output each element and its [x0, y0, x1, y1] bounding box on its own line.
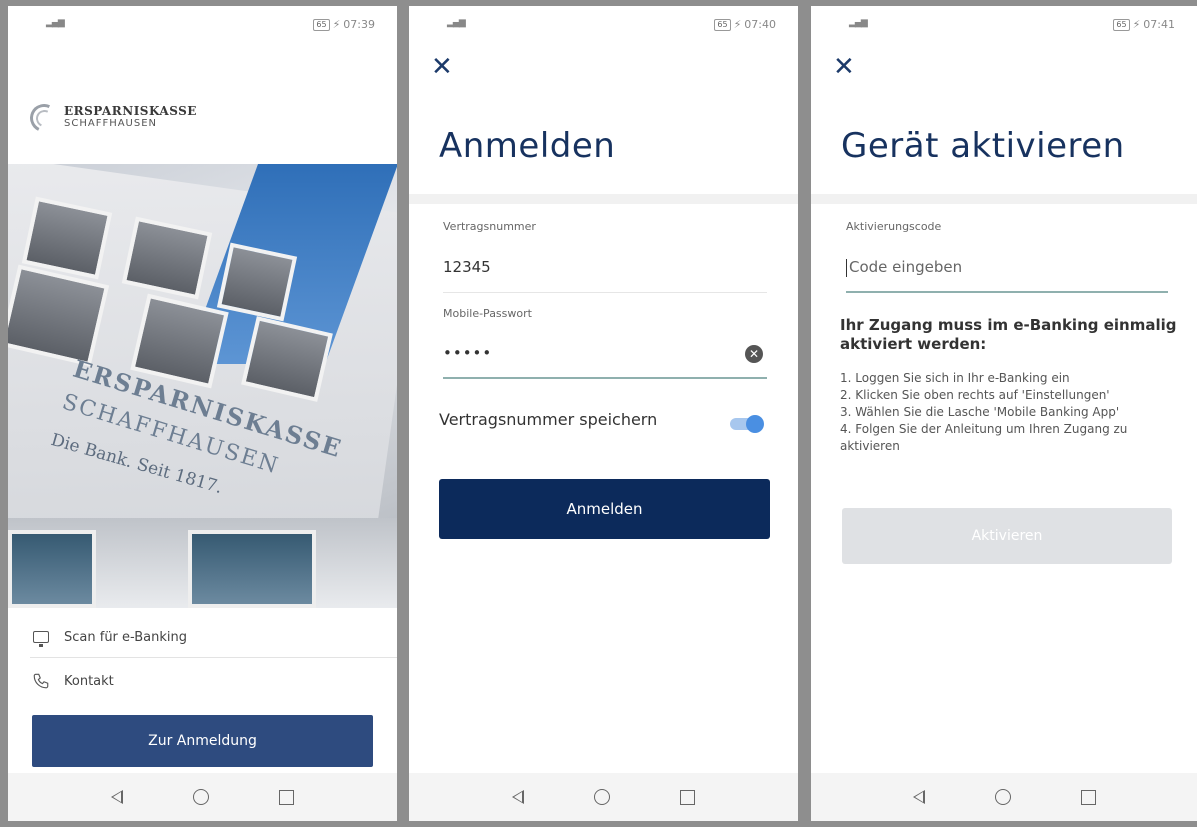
- contract-number-field[interactable]: 12345: [443, 258, 491, 276]
- clear-icon[interactable]: ✕: [745, 345, 763, 363]
- field-underline: [443, 292, 767, 293]
- divider: [811, 194, 1197, 204]
- menu-item-label: Scan für e-Banking: [64, 629, 188, 645]
- recent-apps-icon[interactable]: [1080, 789, 1096, 805]
- android-nav-bar: [409, 773, 798, 821]
- battery-icon: 65: [1113, 18, 1130, 31]
- home-icon[interactable]: [594, 789, 610, 805]
- list-item: 1. Loggen Sie sich in Ihr e-Banking ein: [840, 371, 1070, 385]
- bank-building-photo: ERSPARNISKASSE SCHAFFHAUSEN Die Bank. Se…: [8, 164, 397, 608]
- signal-icon: ▂▄▆: [447, 18, 466, 28]
- battery-icon: 65: [313, 18, 330, 31]
- contract-label: Vertragsnummer: [443, 220, 536, 233]
- activation-steps: 1. Loggen Sie sich in Ihr e-Banking ein …: [840, 370, 1190, 455]
- status-bar: ▂▄▆ 65 ⚡ 07:41: [811, 6, 1197, 36]
- home-icon[interactable]: [994, 789, 1011, 805]
- field-underline: [443, 377, 767, 379]
- password-label: Mobile-Passwort: [443, 307, 532, 320]
- monitor-icon: [32, 628, 50, 647]
- charging-icon: ⚡: [733, 18, 742, 31]
- save-contract-toggle[interactable]: [730, 415, 764, 433]
- divider: [409, 194, 798, 204]
- charging-icon: ⚡: [1132, 18, 1141, 31]
- info-title: Ihr Zugang muss im e-Banking einmalig ak…: [840, 316, 1177, 353]
- close-icon[interactable]: ✕: [833, 54, 855, 80]
- password-field[interactable]: •••••: [443, 344, 492, 362]
- brand-city: SCHAFFHAUSEN: [64, 118, 158, 129]
- activation-code-field[interactable]: Code eingeben: [846, 258, 962, 277]
- welcome-screen: ▂▄▆ 65 ⚡ 07:39 ERSPARNISKASSE SCHAFFHAUS…: [8, 6, 397, 821]
- status-bar: ▂▄▆ 65 ⚡ 07:40: [409, 6, 798, 36]
- login-screen: ▂▄▆ 65 ⚡ 07:40 ✕ Anmelden Vertragsnummer…: [409, 6, 798, 821]
- activation-code-label: Aktivierungscode: [846, 220, 942, 233]
- home-icon[interactable]: [193, 789, 209, 805]
- login-submit-button[interactable]: Anmelden: [439, 479, 770, 539]
- list-item: 3. Wählen Sie die Lasche 'Mobile Banking…: [840, 405, 1120, 419]
- activate-button[interactable]: Aktivieren: [842, 508, 1172, 564]
- signal-icon: ▂▄▆: [46, 18, 65, 28]
- recent-apps-icon[interactable]: [279, 789, 294, 805]
- back-icon[interactable]: [912, 790, 925, 804]
- brand-name: ERSPARNISKASSE: [64, 104, 197, 118]
- charging-icon: ⚡: [332, 18, 341, 31]
- status-time: 07:40: [744, 18, 776, 31]
- phone-icon: [32, 672, 50, 690]
- logo-mark-icon: [30, 104, 56, 130]
- recent-apps-icon[interactable]: [680, 789, 695, 805]
- list-item: 4. Folgen Sie der Anleitung um Ihren Zug…: [840, 422, 1128, 453]
- android-nav-bar: [811, 773, 1197, 821]
- save-contract-label: Vertragsnummer speichern: [439, 410, 658, 429]
- menu-item-contact[interactable]: Kontakt: [8, 658, 397, 704]
- menu-item-scan[interactable]: Scan für e-Banking: [8, 614, 397, 660]
- brand-logo: ERSPARNISKASSE SCHAFFHAUSEN: [30, 104, 197, 130]
- back-icon[interactable]: [512, 790, 524, 804]
- page-title: Anmelden: [439, 126, 616, 166]
- activate-device-screen: ▂▄▆ 65 ⚡ 07:41 ✕ Gerät aktivieren Aktivi…: [811, 6, 1197, 821]
- signal-icon: ▂▄▆: [849, 18, 868, 28]
- back-icon[interactable]: [111, 790, 123, 804]
- page-title: Gerät aktivieren: [841, 126, 1125, 166]
- battery-icon: 65: [714, 18, 731, 31]
- android-nav-bar: [8, 773, 397, 821]
- status-time: 07:39: [343, 18, 375, 31]
- status-time: 07:41: [1143, 18, 1175, 31]
- activation-code-placeholder: Code eingeben: [849, 258, 963, 276]
- close-icon[interactable]: ✕: [431, 54, 453, 80]
- list-item: 2. Klicken Sie oben rechts auf 'Einstell…: [840, 388, 1110, 402]
- field-underline: [846, 291, 1168, 293]
- login-button[interactable]: Zur Anmeldung: [32, 715, 373, 767]
- status-bar: ▂▄▆ 65 ⚡ 07:39: [8, 6, 397, 36]
- text-cursor: [846, 258, 847, 277]
- menu-item-label: Kontakt: [64, 673, 114, 689]
